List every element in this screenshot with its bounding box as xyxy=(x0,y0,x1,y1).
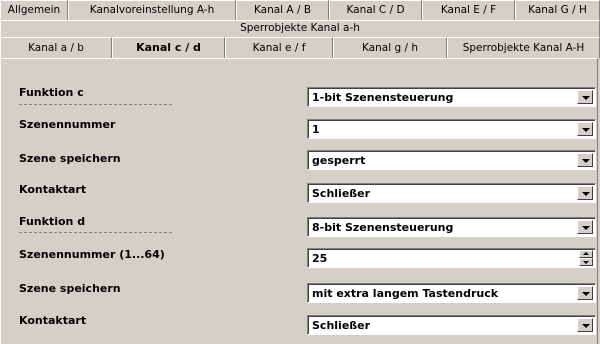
funktion-c-select[interactable]: 1-bit Szenensteuerung xyxy=(307,87,596,107)
funktion-d-select[interactable]: 8-bit Szenensteuerung xyxy=(307,217,596,237)
szene-speichern-c-value: gesperrt xyxy=(312,154,366,167)
szene-speichern-c-label: Szene speichern xyxy=(19,152,121,165)
tab-kanal-a-b-upper[interactable]: Kanal A / B xyxy=(236,0,329,20)
kontaktart-d-value: Schließer xyxy=(312,319,371,332)
szenennummer-c-label: Szenennummer xyxy=(19,118,116,131)
spin-up-icon[interactable] xyxy=(579,250,593,258)
szenennummer-c-select[interactable]: 1 xyxy=(307,119,596,139)
szenennummer-d-label: Szenennummer (1...64) xyxy=(19,248,165,261)
funktion-d-label: Funktion d xyxy=(19,215,86,228)
tab-row-3: Kanal a / b Kanal c / d Kanal e / f Kana… xyxy=(0,37,600,58)
tab-kanalvoreinstellung[interactable]: Kanalvoreinstellung A-h xyxy=(68,0,236,20)
szene-speichern-d-select[interactable]: mit extra langem Tastendruck xyxy=(307,283,596,303)
kontaktart-d-select[interactable]: Schließer xyxy=(307,315,596,335)
tab-kanal-c-d-upper[interactable]: Kanal C / D xyxy=(329,0,422,20)
tab-sperrobjekte-kanal-a-h-upper[interactable]: Sperrobjekte Kanal A-H xyxy=(447,37,600,58)
parameter-panel: Funktion c 1-bit Szenensteuerung Szenenn… xyxy=(0,58,598,344)
tab-row-2: Sperrobjekte Kanal a-h xyxy=(0,20,600,37)
szene-speichern-d-label: Szene speichern xyxy=(19,282,121,295)
tab-kanal-g-h-upper[interactable]: Kanal G / H xyxy=(515,0,600,20)
chevron-down-icon[interactable] xyxy=(577,286,593,300)
szenennummer-d-spinner[interactable]: 25 xyxy=(307,248,596,268)
funktion-c-label: Funktion c xyxy=(19,86,84,99)
funktion-c-value: 1-bit Szenensteuerung xyxy=(312,91,454,104)
kontaktart-c-label: Kontaktart xyxy=(19,183,87,196)
tab-kanal-e-f-upper[interactable]: Kanal E / F xyxy=(422,0,515,20)
chevron-down-icon[interactable] xyxy=(577,186,593,200)
szenennummer-d-value: 25 xyxy=(312,252,328,265)
tab-kanal-e-f[interactable]: Kanal e / f xyxy=(225,37,333,58)
tab-allgemein[interactable]: Allgemein xyxy=(0,0,68,20)
tab-kanal-g-h[interactable]: Kanal g / h xyxy=(333,37,447,58)
chevron-down-icon[interactable] xyxy=(577,153,593,167)
tab-kanal-c-d[interactable]: Kanal c / d xyxy=(112,37,225,58)
tab-row-1: Allgemein Kanalvoreinstellung A-h Kanal … xyxy=(0,0,600,20)
szenennummer-c-value: 1 xyxy=(312,123,320,136)
chevron-down-icon[interactable] xyxy=(577,90,593,104)
szene-speichern-c-select[interactable]: gesperrt xyxy=(307,150,596,170)
section-divider xyxy=(19,104,172,105)
tab-kanal-a-b[interactable]: Kanal a / b xyxy=(0,37,112,58)
kontaktart-d-label: Kontaktart xyxy=(19,314,87,327)
spin-down-icon[interactable] xyxy=(579,258,593,266)
tab-sperrobjekte-kanal-a-h-lower[interactable]: Sperrobjekte Kanal a-h xyxy=(0,20,600,37)
chevron-down-icon[interactable] xyxy=(577,122,593,136)
kontaktart-c-value: Schließer xyxy=(312,187,371,200)
funktion-d-value: 8-bit Szenensteuerung xyxy=(312,221,454,234)
section-divider xyxy=(19,232,172,233)
szene-speichern-d-value: mit extra langem Tastendruck xyxy=(312,287,499,300)
chevron-down-icon[interactable] xyxy=(577,318,593,332)
kontaktart-c-select[interactable]: Schließer xyxy=(307,183,596,203)
chevron-down-icon[interactable] xyxy=(577,220,593,234)
